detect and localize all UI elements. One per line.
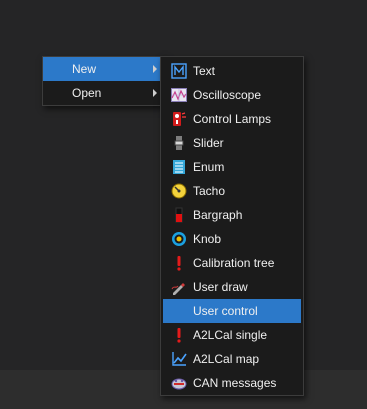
submenu-item-tacho[interactable]: Tacho [163, 179, 301, 203]
submenu-item-a2lcal-map[interactable]: A2LCal map [163, 347, 301, 371]
menu-item-new[interactable]: New [43, 57, 165, 81]
submenu-item-label: Tacho [193, 184, 226, 198]
submenu-item-label: CAN messages [193, 376, 277, 390]
submenu-item-label: A2LCal single [193, 328, 268, 342]
user-control-icon [171, 303, 187, 319]
submenu-item-can-messages[interactable]: CAN messages [163, 371, 301, 395]
submenu-item-label: Text [193, 64, 216, 78]
submenu-item-oscilloscope[interactable]: Oscilloscope [163, 83, 301, 107]
submenu-item-enum[interactable]: Enum [163, 155, 301, 179]
submenu-item-knob[interactable]: Knob [163, 227, 301, 251]
oscilloscope-icon [171, 87, 187, 103]
bargraph-icon [171, 207, 187, 223]
chevron-right-icon [153, 65, 157, 73]
submenu-item-text[interactable]: Text [163, 59, 301, 83]
submenu-item-control-lamps[interactable]: Control Lamps [163, 107, 301, 131]
submenu-item-label: Knob [193, 232, 222, 246]
chevron-right-icon [153, 89, 157, 97]
submenu-item-label: A2LCal map [193, 352, 260, 366]
menu-item-label: New [72, 62, 97, 76]
calibration-tree-icon [171, 255, 187, 271]
submenu-item-label: Enum [193, 160, 225, 174]
submenu-item-label: Oscilloscope [193, 88, 262, 102]
menu-item-open[interactable]: Open [43, 81, 165, 105]
tacho-icon [171, 183, 187, 199]
submenu-item-label: Calibration tree [193, 256, 275, 270]
a2lcal-map-icon [171, 351, 187, 367]
text-icon [171, 63, 187, 79]
submenu-item-a2lcal-single[interactable]: A2LCal single [163, 323, 301, 347]
submenu-item-user-draw[interactable]: User draw [163, 275, 301, 299]
submenu-item-calibration-tree[interactable]: Calibration tree [163, 251, 301, 275]
submenu-item-slider[interactable]: Slider [163, 131, 301, 155]
user-draw-icon [171, 279, 187, 295]
submenu-item-bargraph[interactable]: Bargraph [163, 203, 301, 227]
slider-icon [171, 135, 187, 151]
submenu-item-label: Control Lamps [193, 112, 272, 126]
can-messages-icon [171, 375, 187, 391]
submenu-item-label: Bargraph [193, 208, 243, 222]
a2lcal-single-icon [171, 327, 187, 343]
control-lamps-icon [171, 111, 187, 127]
enum-icon [171, 159, 187, 175]
new-submenu: Text Oscilloscope Control Lamps Slider E… [160, 56, 304, 396]
knob-icon [171, 231, 187, 247]
submenu-item-label: Slider [193, 136, 224, 150]
submenu-item-label: User control [193, 304, 258, 318]
submenu-item-user-control[interactable]: User control [163, 299, 301, 323]
context-menu: New Open [42, 56, 166, 106]
menu-item-label: Open [72, 86, 102, 100]
submenu-item-label: User draw [193, 280, 248, 294]
